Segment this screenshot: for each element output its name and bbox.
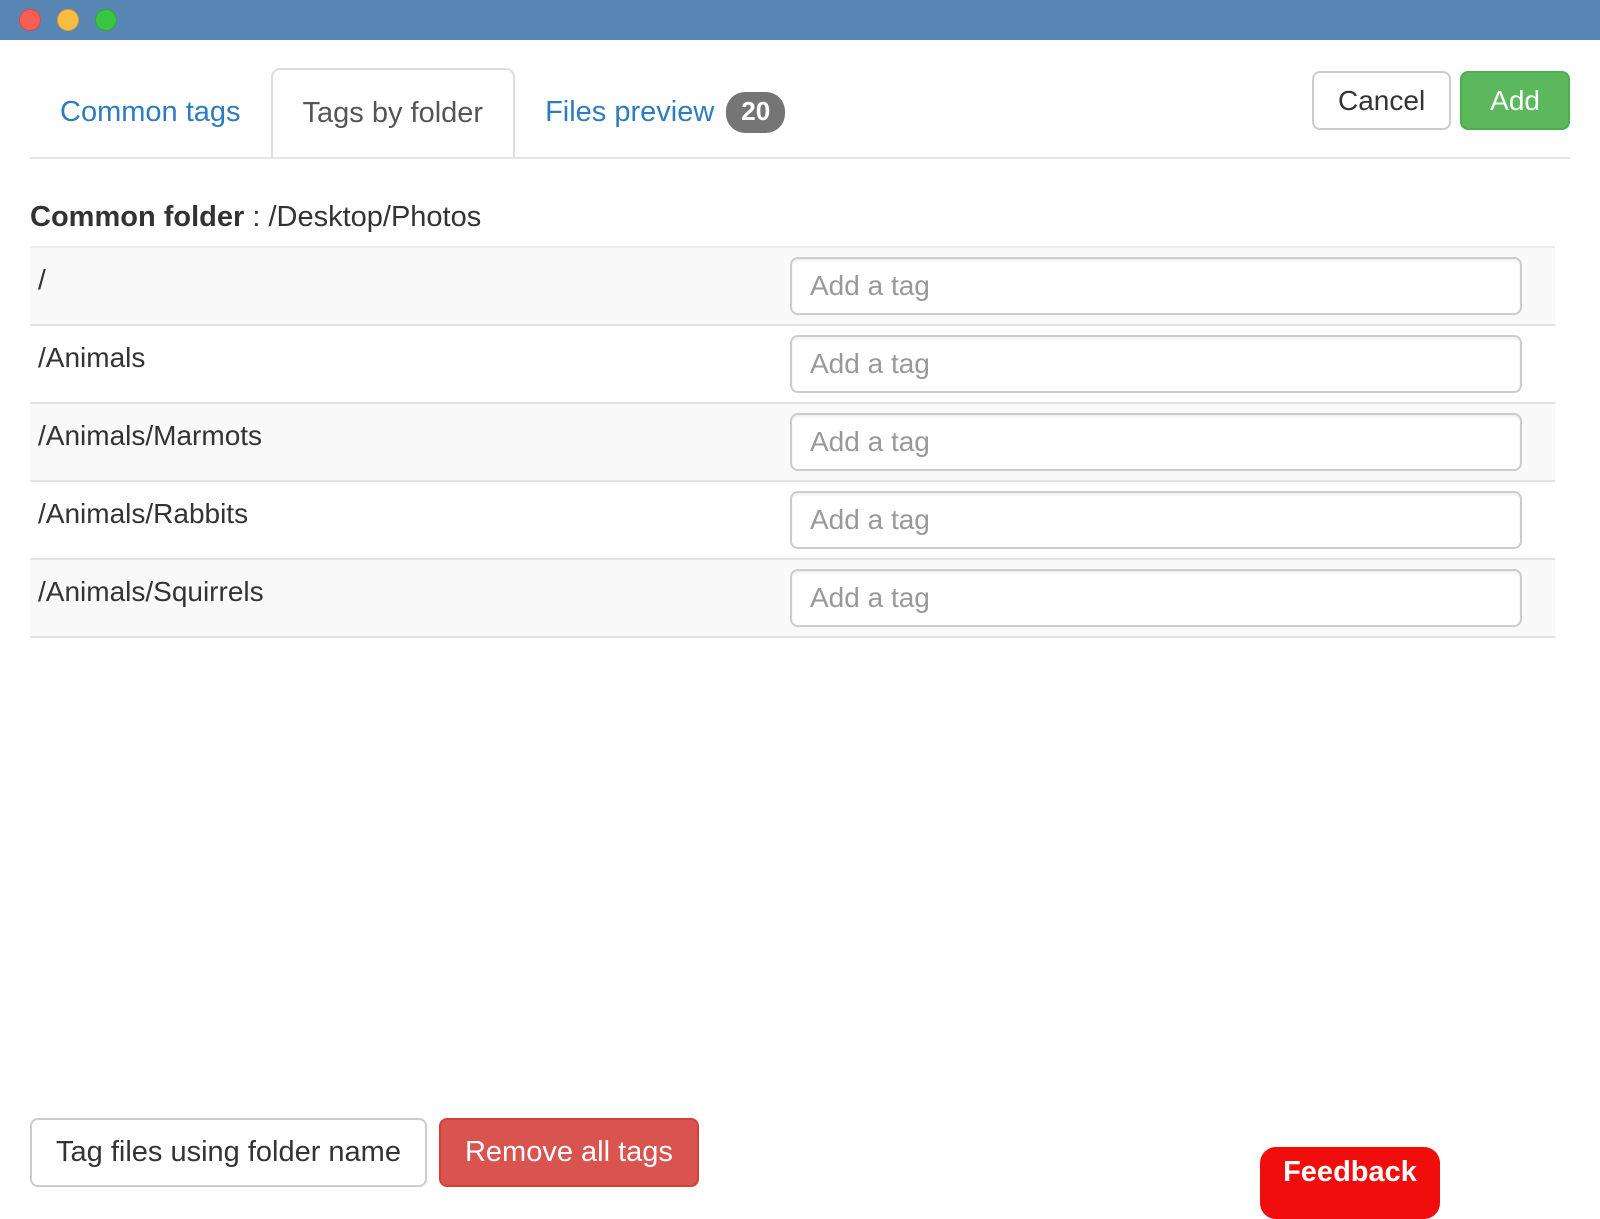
cancel-button[interactable]: Cancel [1312,71,1451,130]
tab-common-tags[interactable]: Common tags [30,68,271,157]
add-tag-input[interactable] [790,335,1522,393]
footer-actions: Tag files using folder name Remove all t… [30,1118,699,1187]
common-folder-label: Common folder [30,201,244,233]
window-titlebar [0,0,1600,40]
folder-path-label: /Animals/Marmots [38,413,262,452]
folder-row: /Animals/Marmots [30,404,1555,482]
remove-all-tags-button[interactable]: Remove all tags [439,1118,699,1187]
folder-path-label: / [38,257,46,296]
tab-tags-by-folder[interactable]: Tags by folder [271,68,516,157]
close-window-button[interactable] [19,9,41,31]
folder-path-label: /Animals/Rabbits [38,491,248,530]
folder-tag-table: / /Animals /Animals/Marmots /Animals/Rab… [30,246,1555,638]
add-tag-input[interactable] [790,569,1522,627]
folder-path-label: /Animals/Squirrels [38,569,264,608]
add-button[interactable]: Add [1460,71,1570,130]
feedback-button[interactable]: Feedback [1260,1147,1440,1219]
folder-row: /Animals/Squirrels [30,560,1555,638]
header-actions: Cancel Add [1312,68,1570,130]
common-folder-separator: : [244,201,268,233]
zoom-window-button[interactable] [95,9,117,31]
common-folder-path: /Desktop/Photos [268,201,481,233]
tab-files-preview[interactable]: Files preview 20 [515,68,815,157]
add-tag-input[interactable] [790,413,1522,471]
add-tag-input[interactable] [790,491,1522,549]
files-count-badge: 20 [726,92,785,133]
folder-row: / [30,248,1555,326]
common-folder-line: Common folder : /Desktop/Photos [30,201,1570,234]
minimize-window-button[interactable] [57,9,79,31]
tag-files-using-folder-name-button[interactable]: Tag files using folder name [30,1118,427,1187]
header-bar: Common tags Tags by folder Files preview… [30,68,1570,159]
folder-row: /Animals/Rabbits [30,482,1555,560]
tab-bar: Common tags Tags by folder Files preview… [30,68,815,157]
main-content: Common tags Tags by folder Files preview… [0,68,1600,638]
tab-files-preview-label: Files preview [545,96,714,129]
folder-row: /Animals [30,326,1555,404]
folder-path-label: /Animals [38,335,145,374]
add-tag-input[interactable] [790,257,1522,315]
